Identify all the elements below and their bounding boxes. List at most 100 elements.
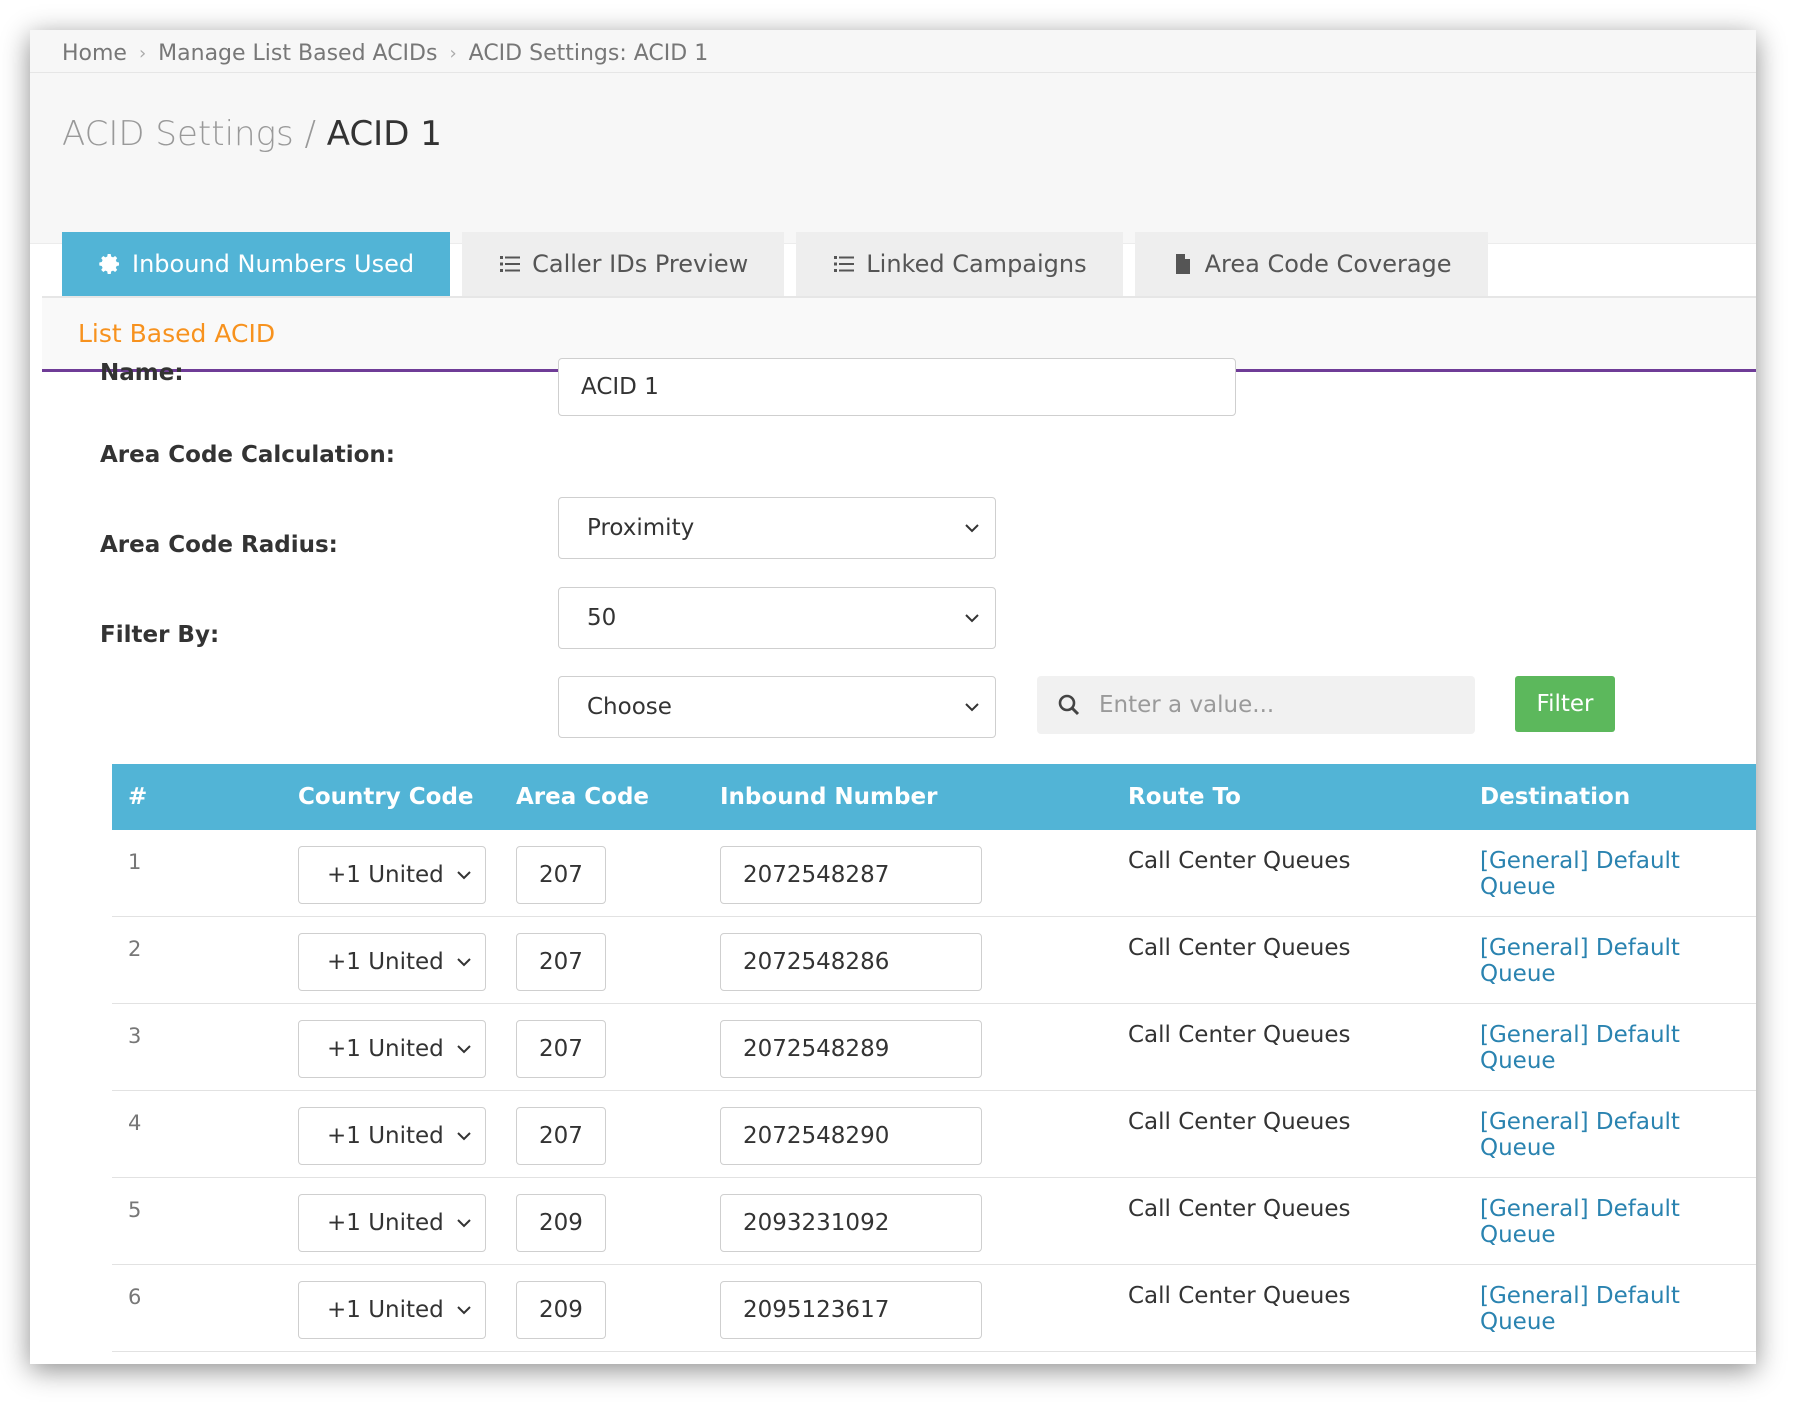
app-window: Home › Manage List Based ACIDs › ACID Se… (30, 30, 1756, 1364)
chevron-down-icon (457, 1219, 471, 1228)
country-code-select[interactable]: +1 United (298, 933, 486, 991)
area-code-input[interactable]: 207 (516, 846, 606, 904)
column-header-destination: Destination (1480, 784, 1631, 810)
column-header-inbound-number: Inbound Number (720, 784, 938, 810)
chevron-down-icon (457, 1132, 471, 1141)
country-code-select[interactable]: +1 United (298, 1107, 486, 1165)
search-icon (1058, 694, 1080, 716)
tab-bar: Inbound Numbers Used Caller IDs Preview … (62, 232, 1488, 296)
page-header: Home › Manage List Based ACIDs › ACID Se… (30, 30, 1756, 244)
chevron-down-icon (457, 1045, 471, 1054)
name-input-value: ACID 1 (581, 374, 659, 400)
country-code-select[interactable]: +1 United (298, 1194, 486, 1252)
chevron-down-icon (965, 614, 979, 623)
inbound-number-input[interactable]: 2072548290 (720, 1107, 982, 1165)
tab-label: Inbound Numbers Used (132, 250, 415, 278)
list-icon (834, 256, 855, 272)
filter-button[interactable]: Filter (1515, 676, 1615, 732)
destination-link[interactable]: [General] Default Queue (1480, 1109, 1756, 1161)
name-input[interactable]: ACID 1 (558, 358, 1236, 416)
row-number: 5 (128, 1198, 142, 1222)
chevron-down-icon (457, 958, 471, 967)
list-icon (500, 256, 521, 272)
inbound-number-input[interactable]: 2072548289 (720, 1020, 982, 1078)
route-to-value: Call Center Queues (1128, 1109, 1351, 1135)
column-header-number: # (128, 784, 148, 810)
route-to-value: Call Center Queues (1128, 1283, 1351, 1309)
select-value: +1 United (327, 1297, 444, 1323)
select-value: +1 United (327, 1210, 444, 1236)
filter-by-select[interactable]: Choose (558, 676, 996, 738)
tab-caller-ids-preview[interactable]: Caller IDs Preview (462, 232, 785, 296)
area-code-input[interactable]: 209 (516, 1281, 606, 1339)
breadcrumb-divider (30, 72, 1756, 73)
filter-by-label: Filter By: (100, 622, 220, 648)
breadcrumb: Home › Manage List Based ACIDs › ACID Se… (62, 34, 708, 72)
table-row: 2 +1 United 207 2072548286 Call Center Q… (112, 917, 1756, 1004)
chevron-right-icon: › (138, 42, 147, 64)
table-row: 4 +1 United 207 2072548290 Call Center Q… (112, 1091, 1756, 1178)
country-code-select[interactable]: +1 United (298, 846, 486, 904)
area-code-radius-label: Area Code Radius: (100, 532, 338, 558)
page-title-prefix: ACID Settings / (62, 114, 316, 154)
chevron-right-icon: › (449, 42, 457, 64)
row-number: 2 (128, 937, 142, 961)
table-header: # Country Code Area Code Inbound Number … (112, 764, 1756, 830)
area-code-calculation-label: Area Code Calculation: (100, 442, 395, 468)
row-number: 6 (128, 1285, 142, 1309)
document-icon (1175, 254, 1190, 274)
tab-linked-campaigns[interactable]: Linked Campaigns (796, 232, 1123, 296)
select-value: 50 (587, 605, 617, 631)
page-title: ACID Settings / ACID 1 (62, 114, 442, 154)
table-row: 6 +1 United 209 2095123617 Call Center Q… (112, 1265, 1756, 1352)
tab-area-code-coverage[interactable]: Area Code Coverage (1134, 232, 1488, 296)
chevron-down-icon (457, 871, 471, 880)
filter-search-input[interactable]: Enter a value... (1037, 676, 1475, 734)
column-header-route-to: Route To (1128, 784, 1241, 810)
inbound-number-input[interactable]: 2072548286 (720, 933, 982, 991)
destination-link[interactable]: [General] Default Queue (1480, 1196, 1756, 1248)
select-value: +1 United (327, 949, 444, 975)
country-code-select[interactable]: +1 United (298, 1020, 486, 1078)
tab-label: Area Code Coverage (1204, 250, 1452, 278)
gear-icon (99, 254, 119, 274)
route-to-value: Call Center Queues (1128, 1196, 1351, 1222)
chevron-down-icon (457, 1306, 471, 1315)
tab-label: Caller IDs Preview (532, 250, 749, 278)
destination-link[interactable]: [General] Default Queue (1480, 1022, 1756, 1074)
breadcrumb-current: ACID Settings: ACID 1 (468, 40, 709, 66)
inbound-number-input[interactable]: 2072548287 (720, 846, 982, 904)
country-code-select[interactable]: +1 United (298, 1281, 486, 1339)
destination-link[interactable]: [General] Default Queue (1480, 935, 1756, 987)
destination-link[interactable]: [General] Default Queue (1480, 1283, 1756, 1335)
select-value: Choose (587, 694, 672, 720)
breadcrumb-manage-acids[interactable]: Manage List Based ACIDs (158, 41, 437, 66)
table-row: 3 +1 United 207 2072548289 Call Center Q… (112, 1004, 1756, 1091)
area-code-calculation-select[interactable]: Proximity (558, 497, 996, 559)
destination-link[interactable]: [General] Default Queue (1480, 848, 1756, 900)
name-label: Name: (100, 360, 184, 386)
chevron-down-icon (965, 703, 979, 712)
chevron-down-icon (965, 524, 979, 533)
route-to-value: Call Center Queues (1128, 1022, 1351, 1048)
row-number: 3 (128, 1024, 142, 1048)
area-code-input[interactable]: 209 (516, 1194, 606, 1252)
tab-label: Linked Campaigns (866, 250, 1087, 278)
page-title-name: ACID 1 (326, 114, 442, 154)
column-header-area-code: Area Code (516, 784, 650, 810)
row-number: 4 (128, 1111, 142, 1135)
area-code-input[interactable]: 207 (516, 933, 606, 991)
table-row: 5 +1 United 209 2093231092 Call Center Q… (112, 1178, 1756, 1265)
column-header-country-code: Country Code (298, 784, 474, 810)
area-code-input[interactable]: 207 (516, 1020, 606, 1078)
inbound-number-input[interactable]: 2095123617 (720, 1281, 982, 1339)
area-code-input[interactable]: 207 (516, 1107, 606, 1165)
breadcrumb-home[interactable]: Home (62, 41, 127, 66)
inbound-number-input[interactable]: 2093231092 (720, 1194, 982, 1252)
select-value: +1 United (327, 1123, 444, 1149)
tab-inbound-numbers-used[interactable]: Inbound Numbers Used (62, 232, 451, 296)
select-value: Proximity (587, 515, 695, 541)
route-to-value: Call Center Queues (1128, 935, 1351, 961)
select-value: +1 United (327, 862, 444, 888)
area-code-radius-select[interactable]: 50 (558, 587, 996, 649)
